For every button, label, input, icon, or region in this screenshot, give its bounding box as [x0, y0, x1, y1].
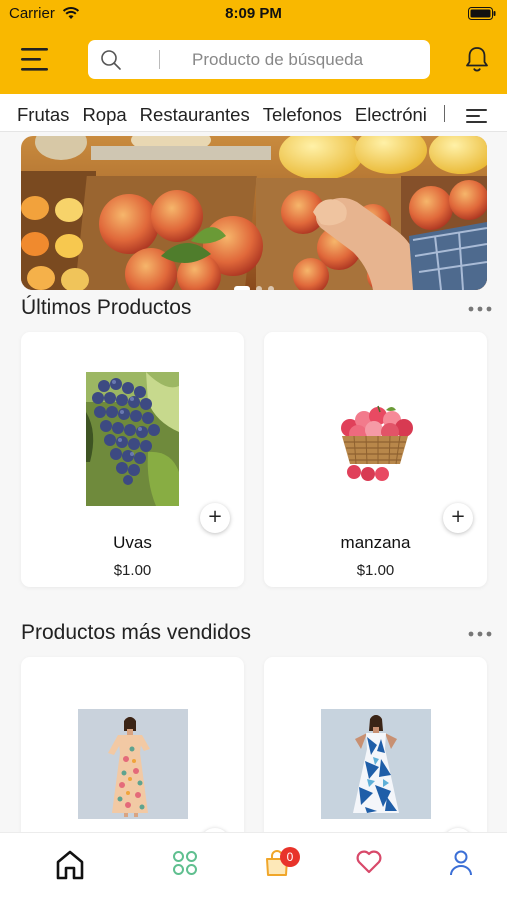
banner-dot[interactable]	[268, 286, 274, 290]
menu-icon[interactable]	[20, 46, 50, 74]
product-card-blue-dress[interactable]: +	[264, 657, 487, 857]
home-icon[interactable]	[55, 849, 85, 881]
plus-icon: +	[450, 506, 466, 527]
status-bar: Carrier 8:09 PM	[0, 0, 507, 28]
banner-dot-active[interactable]	[234, 286, 250, 290]
product-card-floral-dress[interactable]: +	[21, 657, 244, 857]
bell-icon[interactable]	[464, 45, 490, 73]
product-name: manzana	[340, 533, 411, 552]
more-icon[interactable]	[468, 306, 492, 312]
category-item-restaurantes[interactable]: Restaurantes	[140, 104, 250, 126]
clock: 8:09 PM	[225, 5, 282, 22]
search-bar[interactable]	[88, 40, 430, 79]
category-item-telefonos[interactable]: Telefonos	[263, 104, 342, 126]
promo-banner[interactable]	[21, 136, 487, 290]
cart-count-badge: 0	[280, 847, 300, 867]
fruit-market-banner-image	[21, 136, 487, 290]
latest-products-title: Últimos Productos	[21, 296, 192, 319]
search-divider	[159, 50, 160, 69]
floral-dress-image	[78, 709, 188, 819]
category-list[interactable]: Frutas Ropa Restaurantes Telefonos Electróni…	[17, 104, 427, 130]
bottom-navigation	[0, 832, 507, 900]
category-item-ropa[interactable]: Ropa	[82, 104, 126, 126]
blue-dress-image	[321, 709, 431, 819]
product-price: $1.00	[113, 562, 152, 579]
product-name: Uvas	[113, 533, 152, 552]
banner-pagination[interactable]	[21, 277, 487, 290]
add-to-cart-button[interactable]: +	[443, 503, 473, 533]
best-sellers-title: Productos más vendidos	[21, 621, 251, 644]
app-header: Carrier 8:09 PM	[0, 0, 507, 94]
search-icon	[101, 50, 121, 70]
categories-icon[interactable]	[172, 849, 198, 877]
category-item-frutas[interactable]: Frutas	[17, 104, 69, 126]
profile-icon[interactable]	[449, 849, 473, 877]
battery-icon	[468, 7, 496, 20]
product-price: $1.00	[356, 562, 395, 579]
plus-icon: +	[207, 506, 223, 527]
product-card-uvas[interactable]: + Uvas $1.00	[21, 332, 244, 587]
category-bar: Frutas Ropa Restaurantes Telefonos Electróni…	[0, 94, 507, 132]
filter-icon[interactable]	[466, 108, 488, 124]
search-input[interactable]	[170, 40, 420, 79]
banner-dot[interactable]	[256, 286, 262, 290]
category-item-electronica[interactable]: Electrónica	[355, 104, 427, 126]
more-icon[interactable]	[468, 631, 492, 637]
add-to-cart-button[interactable]: +	[200, 503, 230, 533]
apple-basket-image	[341, 405, 413, 481]
category-separator	[444, 105, 445, 122]
grapes-image	[86, 372, 179, 506]
product-card-manzana[interactable]: + manzana $1.00	[264, 332, 487, 587]
favorites-icon[interactable]	[355, 849, 383, 875]
